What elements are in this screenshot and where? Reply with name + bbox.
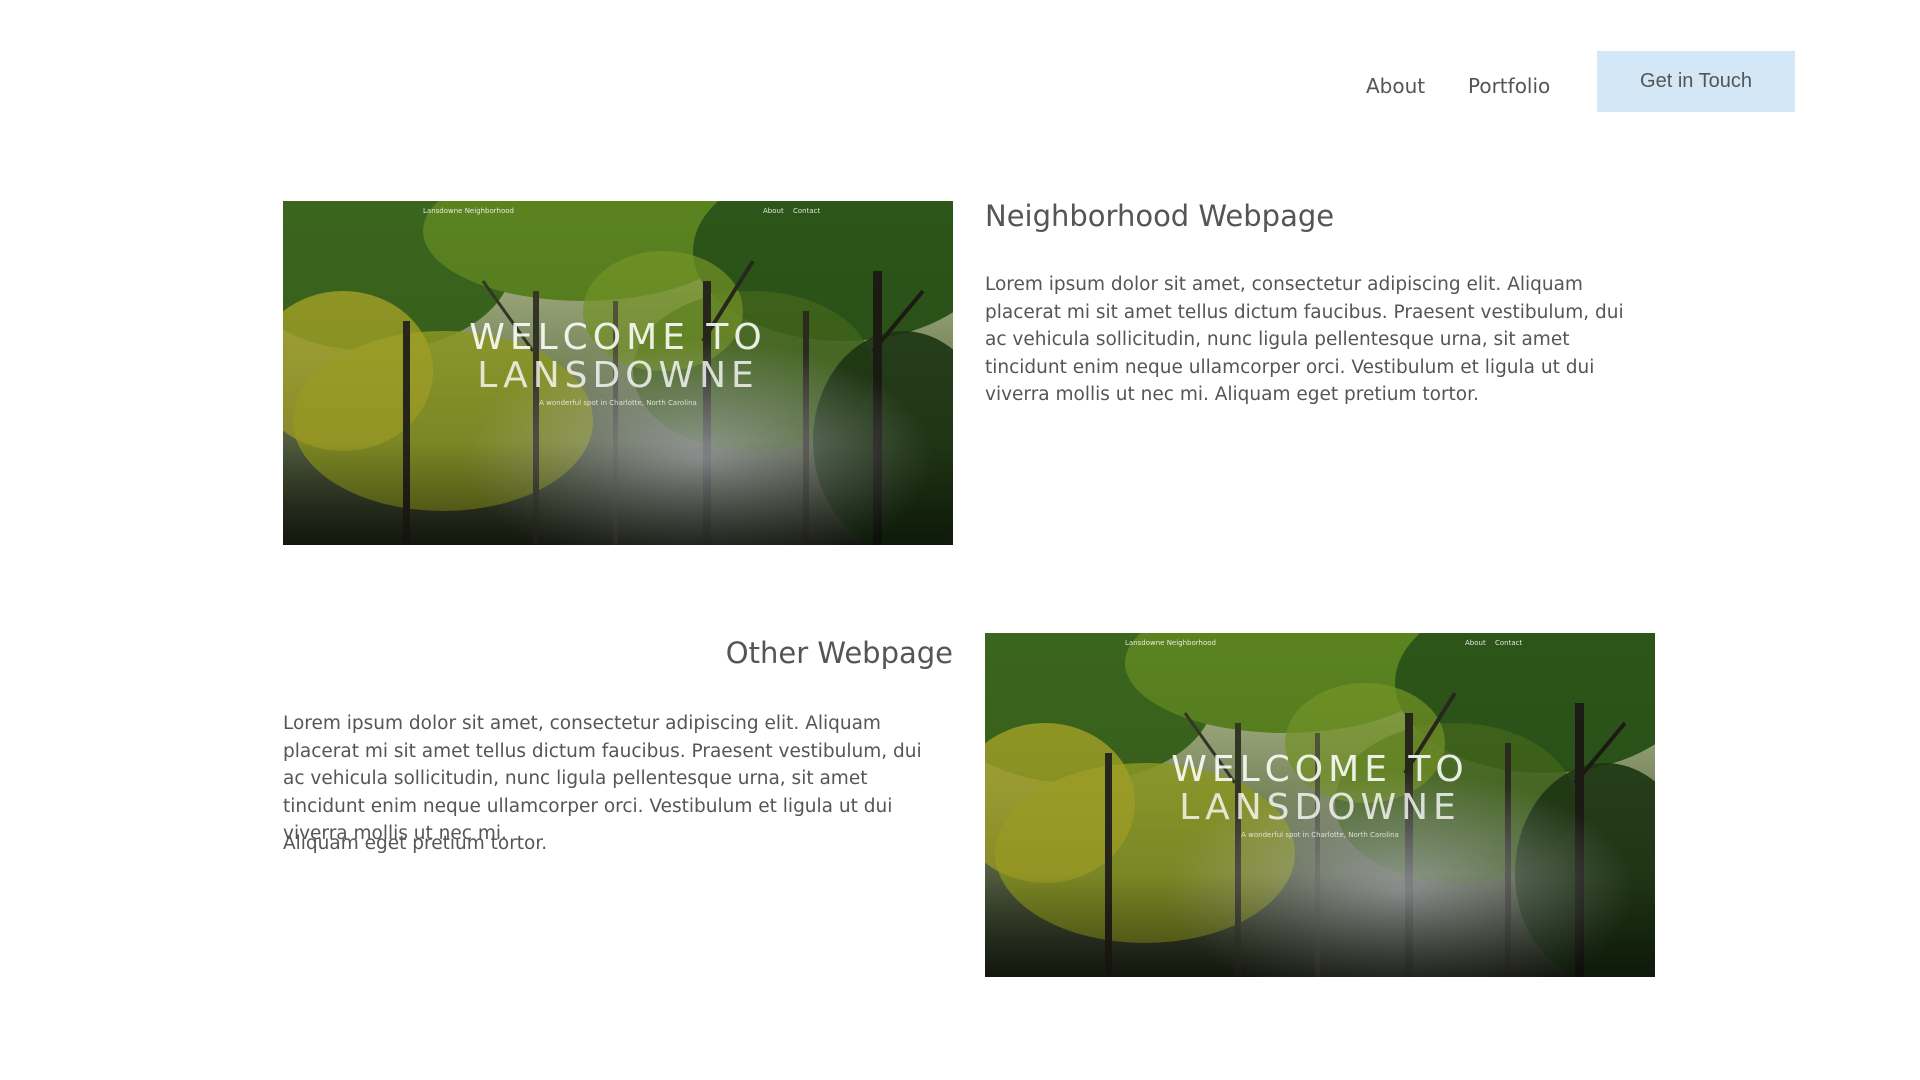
thumbnail-subtitle: A wonderful spot in Charlotte, North Car…: [539, 399, 697, 407]
thumbnail-brand: Lansdowne Neighborhood: [1125, 639, 1216, 647]
project-description: Lorem ipsum dolor sit amet, consectetur …: [985, 274, 1624, 405]
top-navigation: About Portfolio Get in Touch: [0, 0, 1920, 140]
thumbnail-link-contact: Contact: [1495, 639, 1523, 647]
nav-link-about[interactable]: About: [1366, 74, 1425, 98]
project-thumbnail-other[interactable]: Lansdowne Neighborhood About Contact WEL…: [985, 633, 1655, 977]
thumbnail-heading-line2: LANSDOWNE: [477, 355, 759, 396]
thumbnail-link-contact: Contact: [793, 207, 821, 215]
project-description: Lorem ipsum dolor sit amet, consectetur …: [283, 713, 922, 844]
thumbnail-heading-line2: LANSDOWNE: [1179, 787, 1461, 828]
thumbnail-link-about: About: [1465, 639, 1486, 647]
project-title: Neighborhood Webpage: [985, 199, 1335, 233]
nav-link-portfolio[interactable]: Portfolio: [1468, 74, 1550, 98]
project-description-tail: Aliquam eget pretium tortor.: [283, 833, 548, 854]
project-thumbnail-neighborhood[interactable]: Lansdowne Neighborhood About Contact WEL…: [283, 201, 953, 545]
project-title: Other Webpage: [725, 636, 953, 670]
thumbnail-link-about: About: [763, 207, 784, 215]
thumbnail-heading-line1: WELCOME TO: [469, 317, 767, 358]
thumbnail-heading-line1: WELCOME TO: [1171, 749, 1469, 790]
thumbnail-brand: Lansdowne Neighborhood: [423, 207, 514, 215]
thumbnail-subtitle: A wonderful spot in Charlotte, North Car…: [1241, 831, 1399, 839]
get-in-touch-button[interactable]: Get in Touch: [1597, 51, 1795, 112]
